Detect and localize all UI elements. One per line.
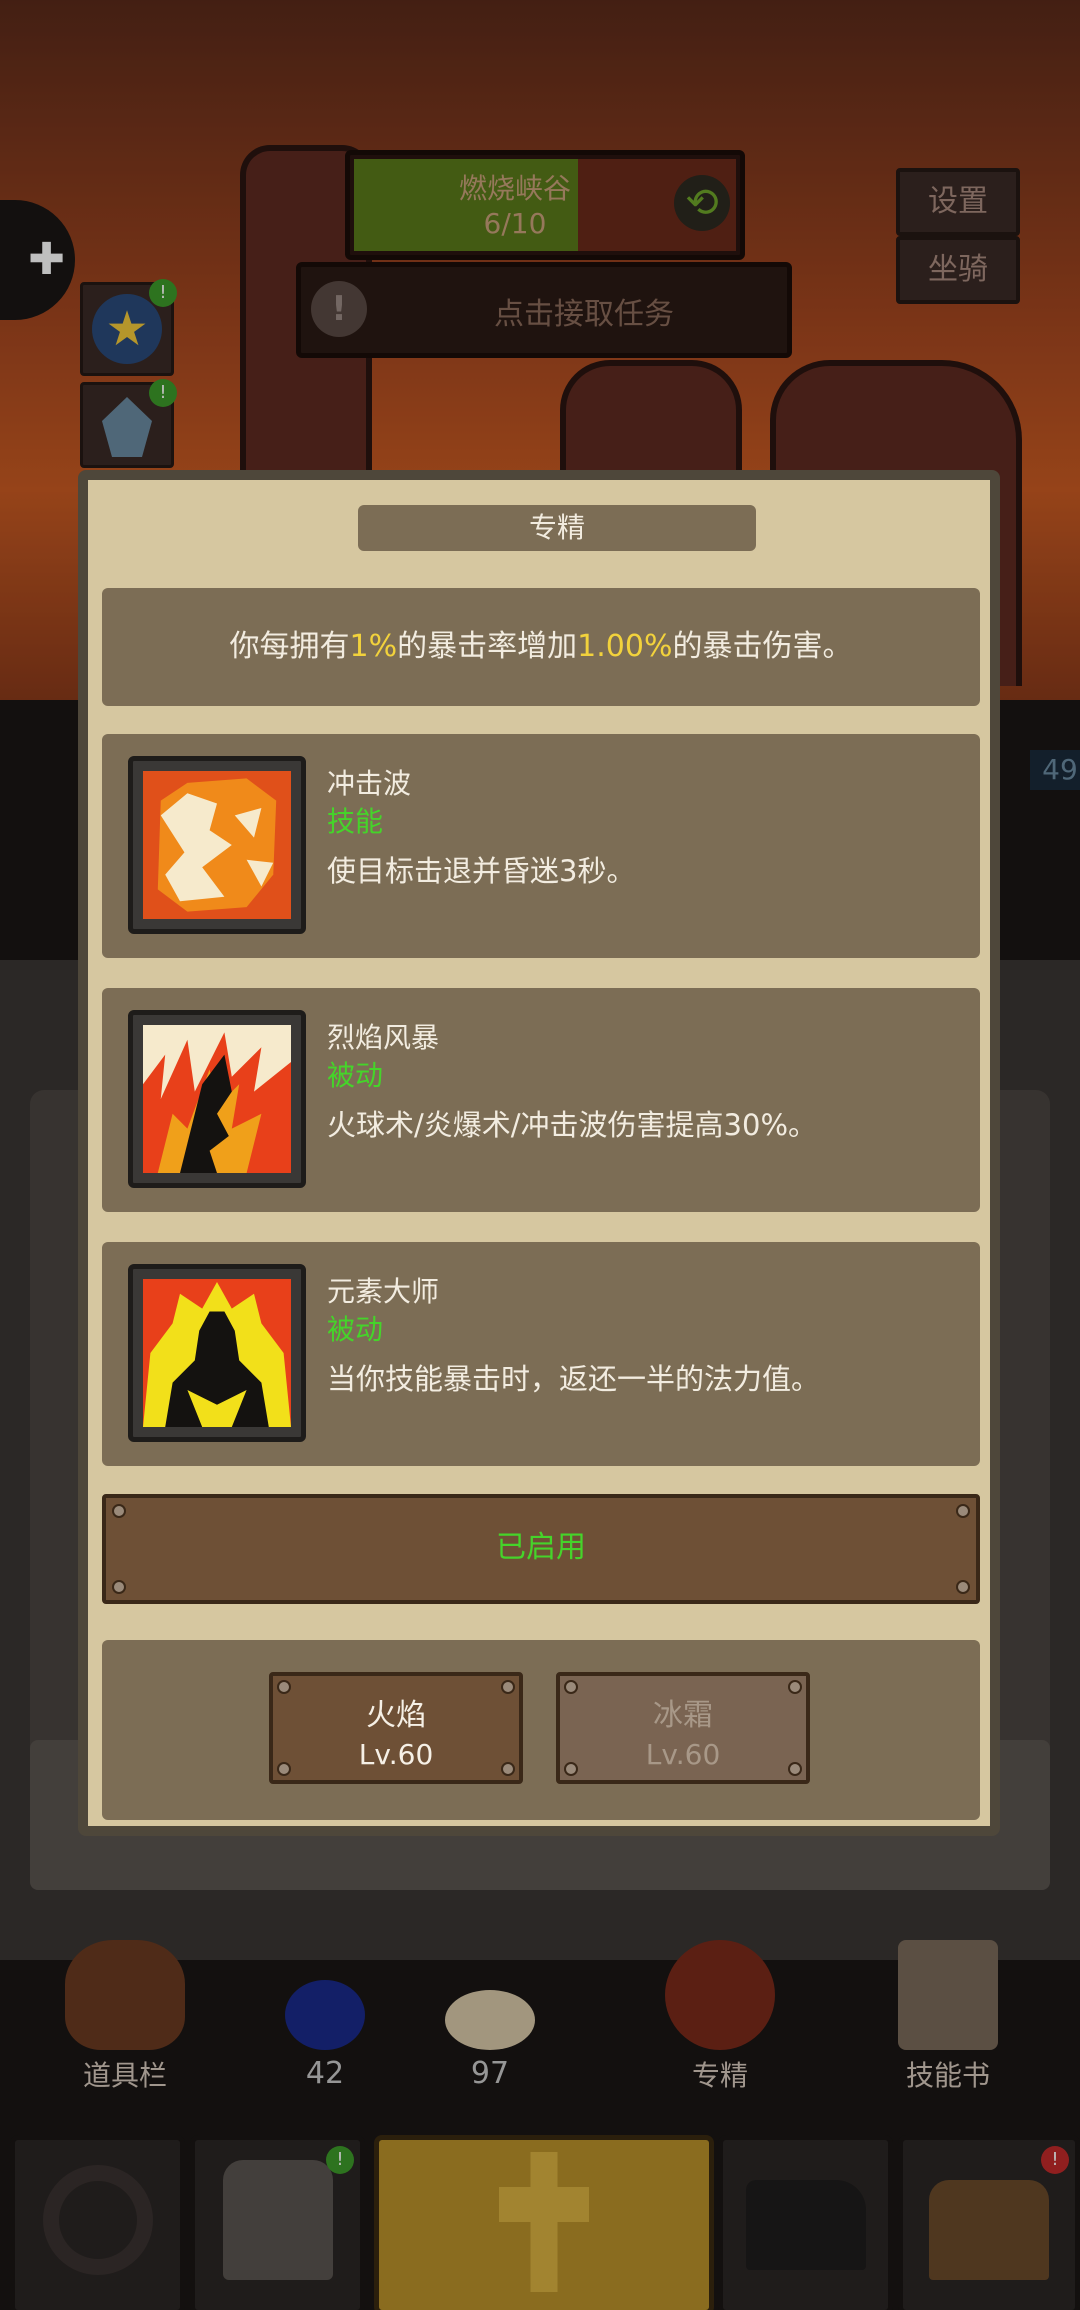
skill-description: 使目标击退并昏迷3秒。 [327,854,636,888]
desc-highlight: 1% [349,629,398,664]
skill-card: 冲击波 技能 使目标击退并昏迷3秒。 [102,734,980,958]
flamestrike-icon [143,1025,291,1173]
skill-description: 火球术/炎爆术/冲击波伤害提高30%。 [327,1108,817,1142]
skill-card: 元素大师 被动 当你技能暴击时，返还一半的法力值。 [102,1242,980,1466]
spec-selector: 火焰 Lv.60 冰霜 Lv.60 [102,1640,980,1820]
skill-description: 当你技能暴击时，返还一半的法力值。 [327,1362,821,1396]
skill-name: 元素大师 [327,1275,440,1308]
fire-spec-button[interactable]: 火焰 Lv.60 [269,1672,523,1784]
nail-decoration [277,1762,291,1776]
skill-icon-frame [128,756,306,934]
spec-level: Lv.60 [645,1738,721,1771]
skill-type: 技能 [327,805,384,838]
nail-decoration [956,1504,970,1518]
nail-decoration [277,1680,291,1694]
nail-decoration [501,1762,515,1776]
nail-decoration [788,1762,802,1776]
enabled-button[interactable]: 已启用 [102,1494,980,1604]
skill-type: 被动 [327,1059,384,1092]
spec-level: Lv.60 [358,1738,434,1771]
shockwave-icon [143,771,291,919]
nail-decoration [956,1580,970,1594]
spec-name: 火焰 [366,1698,426,1733]
nail-decoration [564,1680,578,1694]
nail-decoration [112,1580,126,1594]
specialization-modal: 专精 你每拥有1%的暴击率增加1.00%的暴击伤害。 冲击波 技能 使目标击退并… [78,470,1000,1836]
frost-spec-button[interactable]: 冰霜 Lv.60 [556,1672,810,1784]
nail-decoration [112,1504,126,1518]
modal-title: 专精 [358,505,756,551]
skill-icon-frame [128,1010,306,1188]
skill-name: 烈焰风暴 [327,1021,440,1054]
skill-card: 烈焰风暴 被动 火球术/炎爆术/冲击波伤害提高30%。 [102,988,980,1212]
nail-decoration [564,1762,578,1776]
skill-type: 被动 [327,1313,384,1346]
desc-text: 的暴击率增加 [397,629,578,664]
nail-decoration [788,1680,802,1694]
desc-text: 的暴击伤害。 [672,629,853,664]
desc-highlight: 1.00% [577,629,673,664]
skill-name: 冲击波 [327,767,412,800]
desc-text: 你每拥有 [229,629,350,664]
elemental-master-icon [143,1279,291,1427]
spec-name: 冰霜 [653,1698,713,1733]
enabled-label: 已启用 [496,1530,586,1565]
skill-icon-frame [128,1264,306,1442]
specialization-description: 你每拥有1%的暴击率增加1.00%的暴击伤害。 [102,588,980,706]
nail-decoration [501,1680,515,1694]
